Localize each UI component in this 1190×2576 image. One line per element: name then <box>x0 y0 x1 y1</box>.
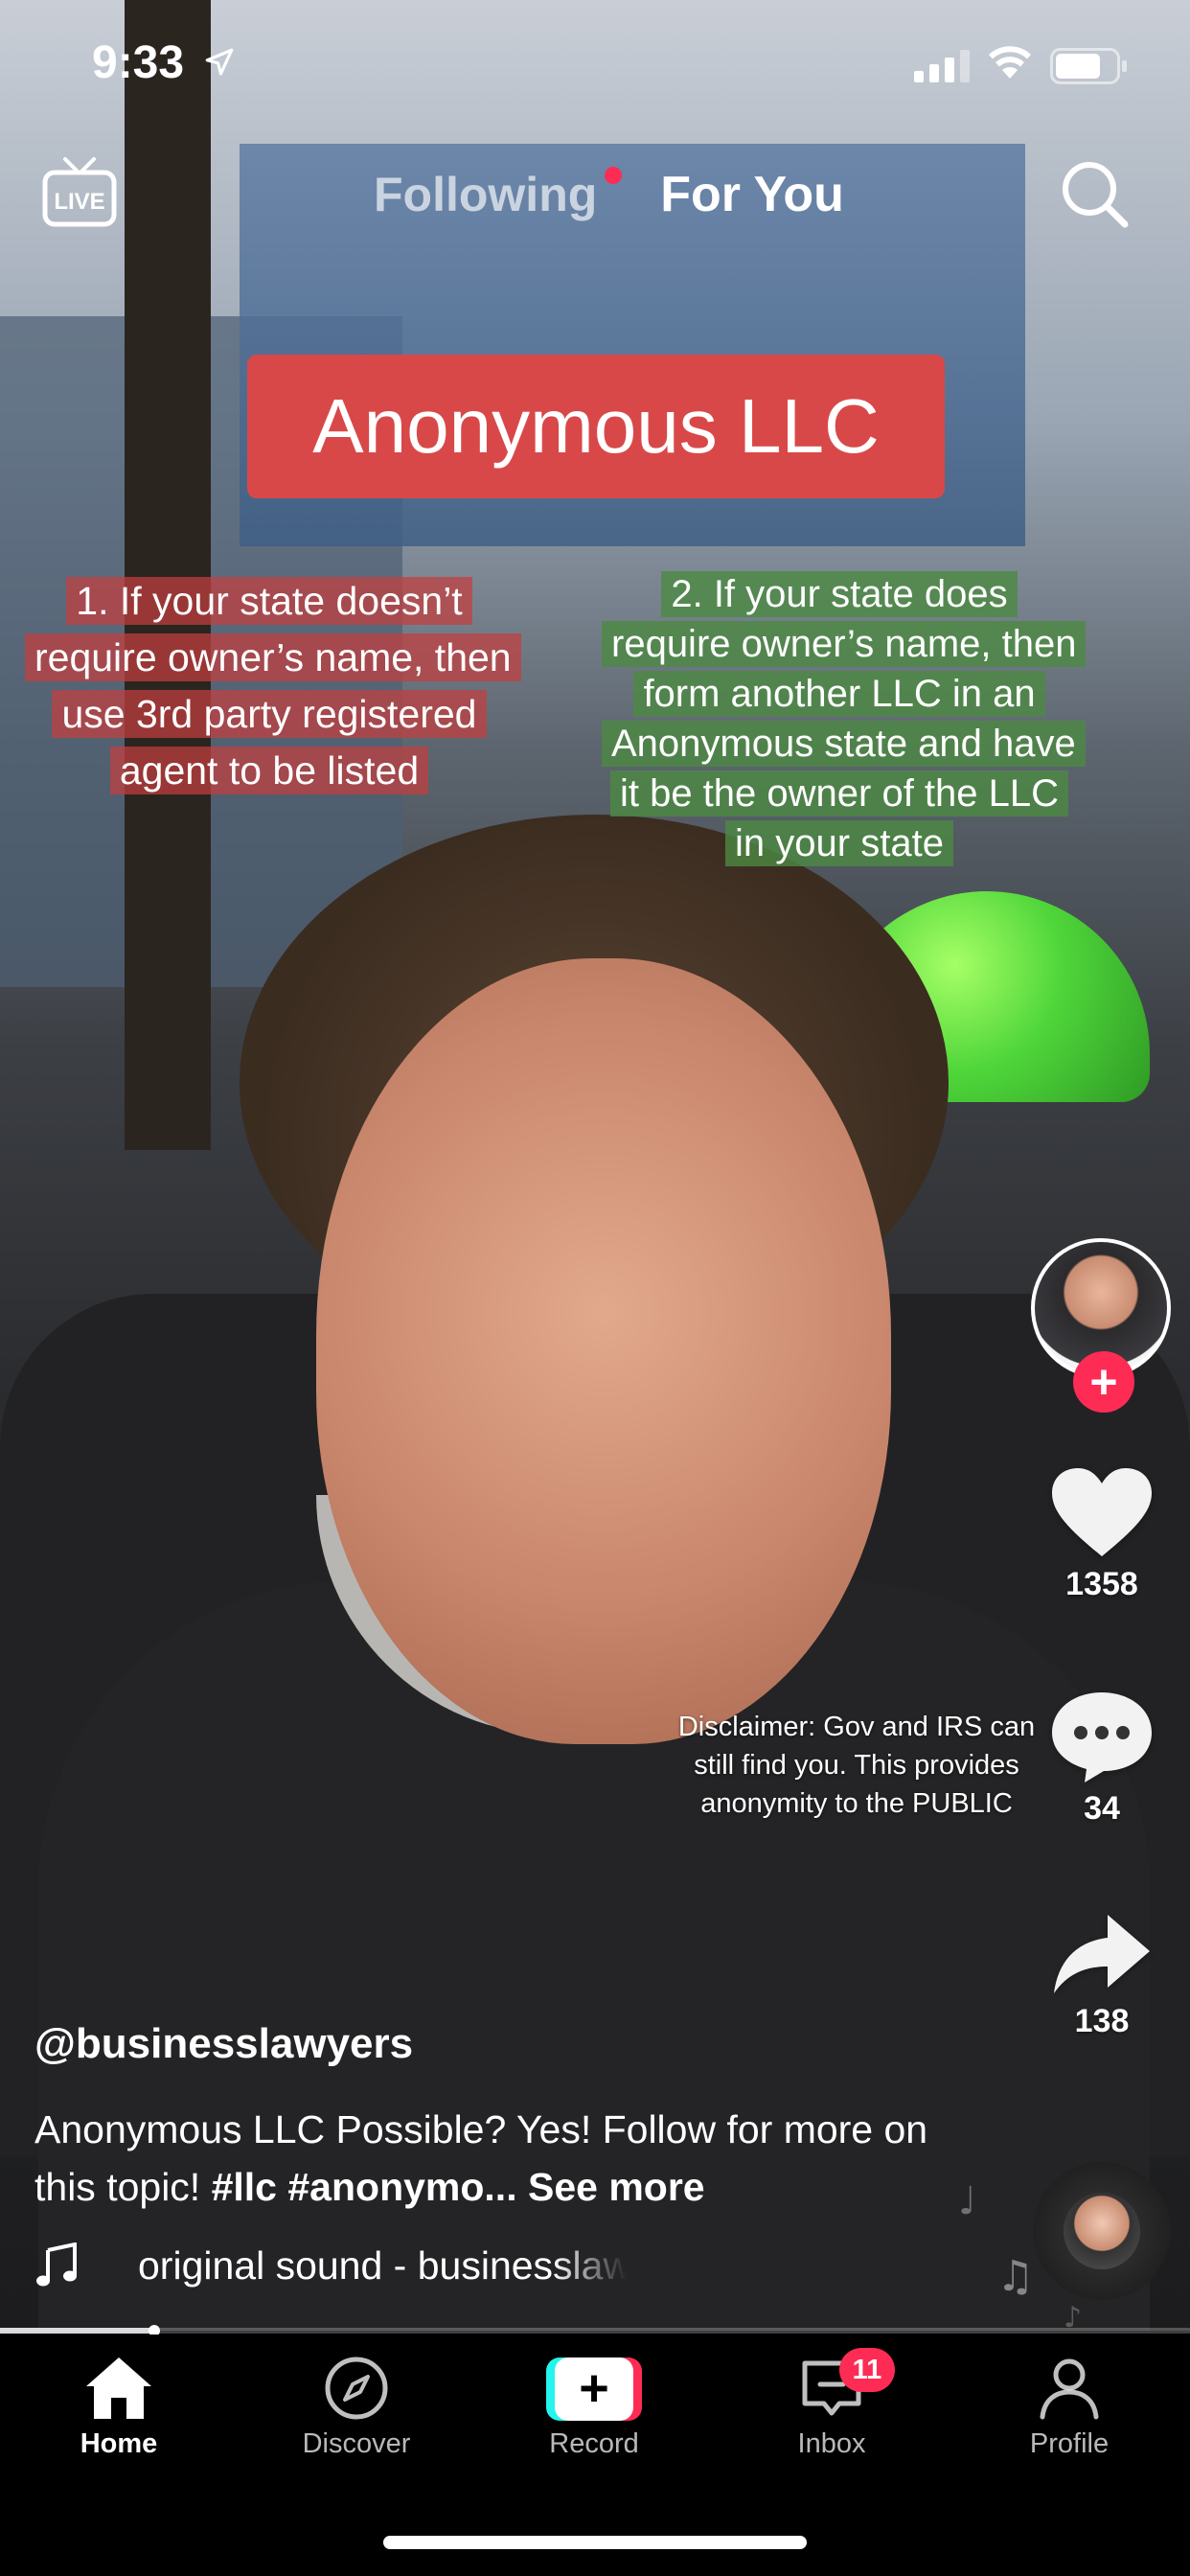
status-time: 9:33 <box>92 37 185 88</box>
sound-disc-avatar <box>1064 2193 1140 2269</box>
post-description: Anonymous LLC Possible? Yes! Follow for … <box>34 2101 954 2216</box>
follow-button[interactable]: + <box>1073 1351 1134 1413</box>
following-notification-dot <box>605 167 623 184</box>
sound-disc-button[interactable] <box>1033 2162 1171 2300</box>
caption-left: 1. If your state doesn’t require owner’s… <box>25 573 521 799</box>
tab-home[interactable]: Home <box>23 2356 215 2460</box>
status-bar: 9:33 <box>0 0 1190 125</box>
live-label: LIVE <box>54 189 104 215</box>
tab-discover-label: Discover <box>302 2428 411 2459</box>
tab-discover[interactable]: Discover <box>261 2356 452 2460</box>
wifi-icon <box>989 46 1031 79</box>
compass-icon <box>325 2357 388 2420</box>
video-player[interactable] <box>0 0 1190 2331</box>
live-button[interactable]: LIVE <box>42 155 117 228</box>
music-note-icon <box>36 2242 77 2287</box>
caption-left-text: 1. If your state doesn’t require owner’s… <box>25 577 521 794</box>
plus-icon: + <box>555 2358 633 2421</box>
search-icon[interactable] <box>1058 157 1131 230</box>
video-progress-fill <box>0 2328 155 2334</box>
comment-count: 34 <box>1084 1790 1120 1827</box>
live-tv-icon: LIVE <box>42 157 117 227</box>
home-indicator <box>383 2536 807 2549</box>
see-more-link[interactable]: See more <box>517 2165 705 2209</box>
heart-icon <box>1052 1468 1152 1556</box>
share-button[interactable]: 138 <box>1044 1913 1159 2040</box>
cellular-signal-icon <box>914 50 970 82</box>
tab-following[interactable]: Following <box>374 167 597 222</box>
bottom-tab-bar: Home Discover + Record Inbox 11 Profile <box>0 2334 1190 2576</box>
person-face <box>316 958 891 1744</box>
home-icon <box>86 2358 151 2419</box>
hashtags[interactable]: #llc #anonymo... <box>212 2165 517 2209</box>
caption-right: 2. If your state does require owner’s na… <box>602 569 1087 868</box>
video-progress-bar[interactable] <box>0 2325 1190 2336</box>
caption-right-text: 2. If your state does require owner’s na… <box>602 571 1087 866</box>
creator-username[interactable]: @businesslawyers <box>34 2020 413 2068</box>
sound-row[interactable]: original sound - businesslawyers <box>34 2237 627 2294</box>
sound-title: original sound - businesslawyers <box>138 2242 627 2288</box>
feed-tabs: Following For You <box>374 161 844 228</box>
tab-record-label: Record <box>549 2428 639 2459</box>
comment-button[interactable]: 34 <box>1044 1689 1159 1828</box>
tab-record[interactable]: + Record <box>498 2356 690 2460</box>
tab-inbox[interactable]: Inbox <box>736 2356 927 2460</box>
svg-text:♪: ♪ <box>1064 2301 1082 2329</box>
tab-profile[interactable]: Profile <box>973 2356 1165 2460</box>
svg-text:♩: ♩ <box>958 2179 976 2223</box>
location-arrow-icon <box>205 48 234 76</box>
battery-icon <box>1050 48 1127 84</box>
disclaimer-text: Disclaimer: Gov and IRS can still find y… <box>677 1712 1036 1819</box>
video-title-overlay: Anonymous LLC <box>247 355 945 498</box>
tab-profile-label: Profile <box>1029 2428 1110 2459</box>
tab-inbox-label: Inbox <box>797 2428 866 2459</box>
profile-icon <box>1040 2358 1099 2420</box>
comment-icon <box>1052 1692 1152 1782</box>
like-count: 1358 <box>1065 1566 1138 1602</box>
svg-text:♫: ♫ <box>996 2252 1034 2301</box>
record-button: + <box>546 2358 642 2421</box>
inbox-badge: 11 <box>839 2348 895 2392</box>
like-button[interactable]: 1358 <box>1044 1466 1159 1603</box>
tab-for-you[interactable]: For You <box>660 166 844 223</box>
share-count: 138 <box>1074 2003 1130 2039</box>
share-arrow-icon <box>1054 1915 1150 1993</box>
tab-home-label: Home <box>80 2428 158 2459</box>
